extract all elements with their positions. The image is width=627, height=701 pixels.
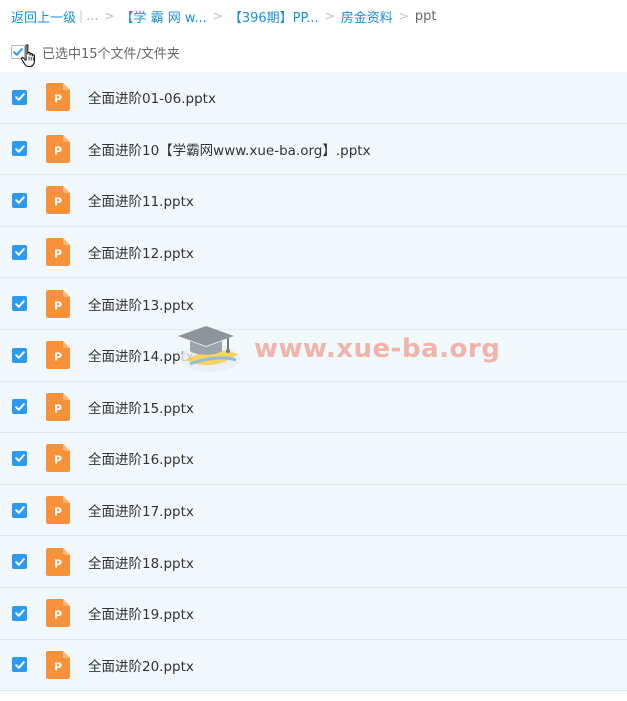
file-checkbox[interactable] xyxy=(12,141,27,157)
breadcrumb-ellipsis[interactable]: ... xyxy=(86,9,98,24)
file-checkbox[interactable] xyxy=(12,89,27,105)
file-icon-letter: P xyxy=(54,609,62,622)
hand-cursor-icon xyxy=(20,44,35,68)
file-name[interactable]: 全面进阶16.pptx xyxy=(88,448,194,468)
file-name[interactable]: 全面进阶12.pptx xyxy=(88,242,194,262)
file-icon-letter: P xyxy=(54,454,62,467)
check-icon xyxy=(14,145,25,153)
file-row[interactable]: P 全面进阶15.pptx xyxy=(0,381,627,434)
powerpoint-file-icon[interactable]: P xyxy=(46,650,70,679)
file-icon-letter: P xyxy=(54,557,62,570)
breadcrumb-separator: > xyxy=(212,9,223,23)
powerpoint-file-icon[interactable]: P xyxy=(46,599,70,628)
check-icon xyxy=(14,299,25,308)
breadcrumb-current: ppt xyxy=(414,8,437,24)
file-icon-letter: P xyxy=(54,299,62,312)
powerpoint-file-icon[interactable]: P xyxy=(46,134,70,163)
file-name[interactable]: 全面进阶11.pptx xyxy=(88,190,194,210)
back-link[interactable]: 返回上一级 xyxy=(11,7,76,26)
powerpoint-file-icon[interactable]: P xyxy=(46,289,70,318)
powerpoint-file-icon[interactable]: P xyxy=(46,392,70,421)
check-icon xyxy=(14,351,25,360)
file-row[interactable]: P 全面进阶10【学霸网www.xue-ba.org】.pptx xyxy=(0,123,627,176)
file-row[interactable]: P 全面进阶12.pptx xyxy=(0,226,627,279)
file-checkbox[interactable] xyxy=(12,502,27,518)
check-icon xyxy=(14,403,25,411)
file-row[interactable]: P 全面进阶18.pptx xyxy=(0,536,627,588)
file-row[interactable]: P 全面进阶16.pptx xyxy=(0,433,627,485)
file-checkbox[interactable] xyxy=(12,347,27,363)
file-checkbox[interactable] xyxy=(12,605,27,621)
check-icon xyxy=(14,506,25,514)
selection-bar: 已选中15个文件/文件夹 xyxy=(0,32,627,72)
check-icon xyxy=(14,196,25,205)
file-checkbox[interactable] xyxy=(12,450,27,466)
file-icon-letter: P xyxy=(54,196,62,209)
check-icon xyxy=(14,661,25,669)
powerpoint-file-icon[interactable]: P xyxy=(46,238,70,267)
breadcrumb-item-xueba[interactable]: 【学 霸 网 w... xyxy=(121,7,207,26)
file-icon-letter: P xyxy=(54,144,62,157)
selection-count-label: 已选中15个文件/文件夹 xyxy=(42,46,180,62)
file-name[interactable]: 全面进阶20.pptx xyxy=(88,655,194,675)
check-icon xyxy=(14,93,25,102)
file-name[interactable]: 全面进阶10【学霸网www.xue-ba.org】.pptx xyxy=(88,139,371,159)
file-name[interactable]: 全面进阶17.pptx xyxy=(88,500,194,520)
breadcrumb: 返回上一级 | ... > 【学 霸 网 w... > 【396期】PP... … xyxy=(0,0,627,32)
file-checkbox[interactable] xyxy=(12,399,27,415)
file-name[interactable]: 全面进阶18.pptx xyxy=(88,552,194,572)
powerpoint-file-icon[interactable]: P xyxy=(46,547,70,576)
file-checkbox[interactable] xyxy=(12,554,27,570)
breadcrumb-separator: > xyxy=(324,9,335,23)
file-checkbox[interactable] xyxy=(12,192,27,208)
powerpoint-file-icon[interactable]: P xyxy=(46,496,70,525)
check-icon xyxy=(14,557,25,566)
file-name[interactable]: 全面进阶01-06.pptx xyxy=(88,87,216,107)
file-row[interactable]: P 全面进阶14.pptx xyxy=(0,329,627,382)
file-row[interactable]: P 全面进阶11.pptx xyxy=(0,175,627,227)
file-row[interactable]: P 全面进阶13.pptx xyxy=(0,278,627,330)
breadcrumb-divider: | xyxy=(79,9,84,23)
file-name[interactable]: 全面进阶15.pptx xyxy=(88,397,194,417)
file-icon-letter: P xyxy=(54,506,62,519)
breadcrumb-item-materials[interactable]: 房金资料 xyxy=(341,7,393,26)
file-row[interactable]: P 全面进阶20.pptx xyxy=(0,639,627,692)
file-checkbox[interactable] xyxy=(12,244,27,260)
powerpoint-file-icon[interactable]: P xyxy=(46,341,70,370)
file-list: P 全面进阶01-06.pptx P 全面进阶10【学霸网www.xue-ba.org… xyxy=(0,72,627,692)
check-icon xyxy=(14,248,25,256)
powerpoint-file-icon[interactable]: P xyxy=(46,444,70,473)
file-icon-letter: P xyxy=(54,660,62,673)
file-icon-letter: P xyxy=(54,248,62,261)
file-name[interactable]: 全面进阶13.pptx xyxy=(88,294,194,314)
file-icon-letter: P xyxy=(54,93,62,106)
check-icon xyxy=(14,454,25,463)
file-checkbox[interactable] xyxy=(12,657,27,673)
file-name[interactable]: 全面进阶14.pptx xyxy=(88,345,194,365)
breadcrumb-separator: > xyxy=(104,9,115,23)
file-icon-letter: P xyxy=(54,402,62,415)
file-icon-letter: P xyxy=(54,351,62,364)
breadcrumb-item-396[interactable]: 【396期】PP... xyxy=(229,7,319,26)
file-row[interactable]: P 全面进阶01-06.pptx xyxy=(0,72,627,124)
powerpoint-file-icon[interactable]: P xyxy=(46,83,70,112)
file-checkbox[interactable] xyxy=(12,296,27,312)
file-row[interactable]: P 全面进阶19.pptx xyxy=(0,587,627,640)
breadcrumb-separator: > xyxy=(398,9,409,23)
powerpoint-file-icon[interactable]: P xyxy=(46,186,70,215)
check-icon xyxy=(14,609,25,618)
file-name[interactable]: 全面进阶19.pptx xyxy=(88,603,194,623)
file-row[interactable]: P 全面进阶17.pptx xyxy=(0,484,627,537)
